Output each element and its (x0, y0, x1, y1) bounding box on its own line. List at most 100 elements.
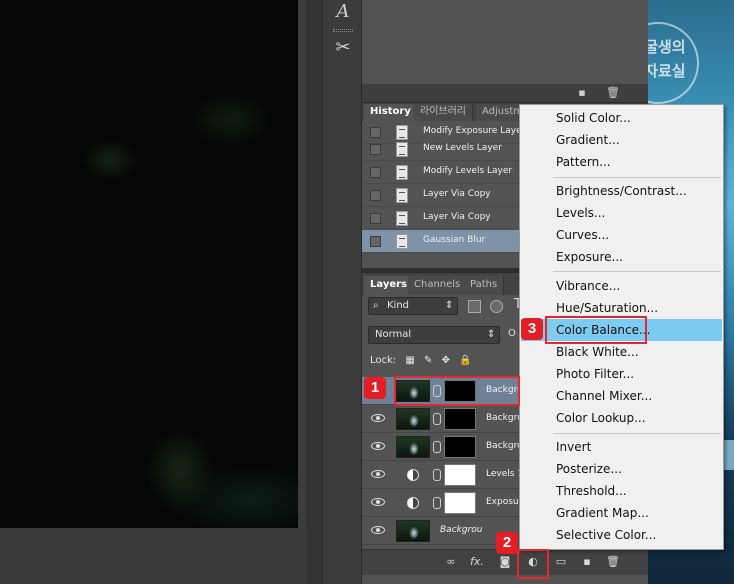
menu-item-channel-mixer[interactable]: Channel Mixer... (521, 385, 722, 407)
lock-move-icon[interactable]: ✥ (442, 355, 450, 366)
filter-pixel-icon[interactable] (468, 300, 481, 313)
adjustment-layer-icon[interactable] (407, 497, 419, 509)
layer-thumbnail[interactable] (396, 436, 430, 458)
step-badge-2: 2 (496, 532, 518, 554)
lock-all-icon[interactable]: 🔒 (459, 355, 471, 366)
trash-icon[interactable]: 🗑 (606, 87, 620, 99)
filter-adjustment-icon[interactable] (490, 300, 503, 313)
highlight-box-step2 (517, 549, 549, 579)
menu-item-brightness-contrast[interactable]: Brightness/Contrast... (521, 180, 722, 202)
tab-libraries[interactable]: 라이브러리 (414, 104, 473, 121)
eye-icon[interactable] (371, 526, 385, 534)
history-item-label: Gaussian Blur (423, 235, 486, 245)
canvas-edge (298, 0, 306, 528)
eye-icon[interactable] (371, 442, 385, 450)
link-icon[interactable] (433, 413, 441, 425)
search-icon: ⌕ (373, 300, 379, 311)
menu-item-threshold[interactable]: Threshold... (521, 480, 722, 502)
document-canvas-area[interactable] (0, 0, 322, 584)
canvas-scrollbar-gutter (306, 0, 322, 584)
eye-icon[interactable] (371, 470, 385, 478)
history-step-icon (396, 234, 408, 249)
link-icon[interactable] (433, 469, 441, 481)
highlight-box-step3 (545, 316, 647, 344)
layer-name: Backgrou (440, 525, 483, 535)
menu-separator (553, 177, 721, 178)
history-checkbox[interactable] (370, 167, 381, 178)
menu-item-black-white[interactable]: Black White... (521, 341, 722, 363)
add-mask-icon[interactable]: ◙ (498, 555, 512, 569)
menu-item-exposure[interactable]: Exposure... (521, 246, 722, 268)
menu-separator (553, 271, 721, 272)
layer-mask-thumbnail[interactable] (444, 436, 476, 458)
history-item-label: Layer Via Copy (423, 189, 491, 199)
lock-transparent-icon[interactable]: ▦ (405, 355, 414, 366)
lock-row: Lock: ▦ ✎ ✥ 🔒 (370, 355, 472, 366)
history-checkbox[interactable] (370, 236, 381, 247)
menu-item-curves[interactable]: Curves... (521, 224, 722, 246)
canvas-image[interactable] (0, 0, 298, 528)
history-checkbox[interactable] (370, 127, 381, 138)
menu-item-levels[interactable]: Levels... (521, 202, 722, 224)
layer-thumbnail[interactable] (396, 520, 430, 542)
menu-item-pattern[interactable]: Pattern... (521, 151, 722, 173)
tab-paths[interactable]: Paths (464, 276, 505, 295)
menu-item-posterize[interactable]: Posterize... (521, 458, 722, 480)
layer-name: Exposur (486, 497, 523, 507)
eye-icon[interactable] (371, 414, 385, 422)
tab-history[interactable]: History (364, 104, 418, 121)
step-badge-3: 3 (521, 318, 543, 340)
trash-icon[interactable]: 🗑 (606, 555, 620, 569)
folder-icon[interactable]: ▭ (554, 555, 568, 569)
history-item-label: Modify Levels Layer (423, 166, 513, 176)
toolstrip-grip[interactable] (333, 29, 353, 32)
layer-mask-thumbnail[interactable] (444, 464, 476, 486)
history-step-icon (396, 165, 408, 180)
blend-mode-value: Normal (375, 329, 412, 340)
blend-mode-select[interactable]: Normal ⇕ (368, 326, 500, 344)
link-icon[interactable] (433, 441, 441, 453)
tab-channels[interactable]: Channels (408, 276, 468, 295)
layer-mask-thumbnail[interactable] (444, 408, 476, 430)
menu-item-color-lookup[interactable]: Color Lookup... (521, 407, 722, 429)
history-checkbox[interactable] (370, 144, 381, 155)
history-checkbox[interactable] (370, 190, 381, 201)
menu-item-invert[interactable]: Invert (521, 436, 722, 458)
menu-item-gradient[interactable]: Gradient... (521, 129, 722, 151)
step-badge-1: 1 (364, 377, 386, 399)
fx-button[interactable]: fx. (470, 555, 484, 569)
menu-item-photo-filter[interactable]: Photo Filter... (521, 363, 722, 385)
history-checkbox[interactable] (370, 213, 381, 224)
lock-brush-icon[interactable]: ✎ (424, 355, 432, 366)
menu-item-solid-color[interactable]: Solid Color... (521, 107, 722, 129)
history-step-icon (396, 142, 408, 157)
history-item-label: Modify Exposure Layer (423, 126, 526, 136)
tool-presets-icon[interactable]: ✂ (331, 36, 355, 60)
eye-icon[interactable] (371, 498, 385, 506)
layer-filter-select[interactable]: ⌕ Kind ⇕ (368, 297, 458, 315)
layer-thumbnail[interactable] (396, 408, 430, 430)
layer-name: Backgro (486, 441, 523, 451)
opacity-label: O (508, 328, 516, 339)
menu-item-gradient-map[interactable]: Gradient Map... (521, 502, 722, 524)
select-arrows-icon: ⇕ (487, 329, 496, 340)
character-panel-icon[interactable]: A (331, 0, 355, 24)
history-item-label: Layer Via Copy (423, 212, 491, 222)
layer-name: Backgro (486, 413, 523, 423)
new-item-icon[interactable]: ▪ (576, 87, 588, 99)
tab-layers[interactable]: Layers (364, 276, 414, 295)
menu-item-selective-color[interactable]: Selective Color... (521, 524, 722, 546)
new-layer-icon[interactable]: ▪ (580, 555, 594, 569)
link-layers-icon[interactable]: ∞ (444, 555, 458, 569)
layer-name: Levels 1 (486, 469, 524, 479)
menu-item-vibrance[interactable]: Vibrance... (521, 275, 722, 297)
select-arrows-icon: ⇕ (445, 300, 454, 311)
filter-kind-value: Kind (387, 300, 410, 311)
menu-separator (553, 433, 721, 434)
layer-mask-thumbnail[interactable] (444, 492, 476, 514)
panel-toolstrip: A ✂ (322, 0, 362, 584)
link-icon[interactable] (433, 497, 441, 509)
adjustment-layer-icon[interactable] (407, 469, 419, 481)
lock-label: Lock: (370, 355, 397, 366)
history-step-icon (396, 211, 408, 226)
